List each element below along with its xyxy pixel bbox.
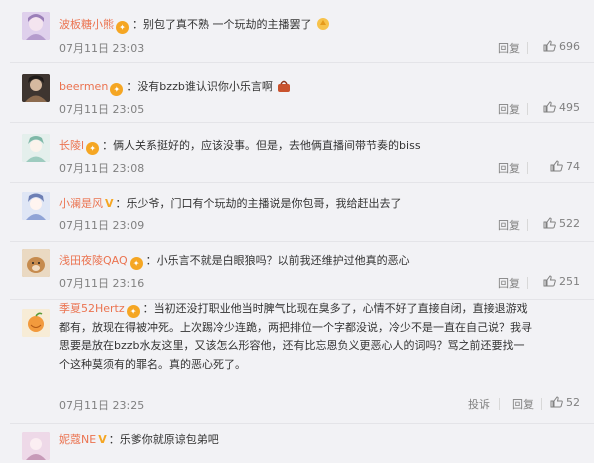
like-count: 52 (566, 396, 580, 409)
comment-text: 乐爹你就原谅包弟吧 (119, 433, 219, 446)
username[interactable]: 小澜是风 (59, 197, 103, 210)
verified-v-icon: V (98, 433, 107, 446)
timestamp: 07月11日 23:03 (59, 42, 145, 55)
avatar-image (22, 134, 50, 162)
comment-text: 没有bzzb谁认识你小乐言啊 (137, 80, 273, 93)
comment-item: 波板糖小熊 ✦ ：别包了真不熟 一个玩劫的主播罢了 07月11日 23:03 回复 … (10, 0, 594, 63)
avatar[interactable] (22, 432, 50, 460)
comment-text: 别包了真不熟 一个玩劫的主播罢了 (143, 18, 312, 31)
vip-badge-icon: ✦ (126, 305, 140, 318)
avatar[interactable] (22, 134, 50, 162)
timestamp: 07月11日 23:08 (59, 162, 145, 175)
reply-button[interactable]: 回复 (498, 160, 520, 176)
comment-item: 小澜是风 V ：乐少爷，门口有个玩劫的主播说是你包哥，我给赶出去了 07月11日 2… (10, 182, 594, 242)
like-count: 74 (566, 160, 580, 173)
like-button[interactable]: 251 (543, 275, 580, 288)
comment-text: 当初还没打职业他当时脾气比现在臭多了，心情不好了直接自闭，直接退游戏 (153, 302, 528, 315)
thumbs-up-icon (550, 160, 563, 172)
thumbs-up-icon (543, 40, 556, 52)
username[interactable]: 季夏52Hertz (59, 302, 125, 315)
vip-badge-icon: ✦ (110, 83, 124, 96)
username[interactable]: 浅田夜陵QAQ (59, 254, 128, 267)
avatar-image (22, 432, 50, 460)
comment-text: 俩人关系挺好的，应该没事。但是，去他俩直播间带节奏的biss (113, 139, 421, 152)
username[interactable]: 波板糖小熊 (59, 18, 114, 31)
reply-button[interactable]: 回复 (498, 275, 520, 291)
like-button[interactable]: 696 (543, 40, 580, 53)
comment-item: 季夏52Hertz ✦ ：当初还没打职业他当时脾气比现在臭多了，心情不好了直接自闭，… (10, 299, 594, 424)
clap-emoji-icon (316, 16, 330, 30)
timestamp: 07月11日 23:05 (59, 103, 145, 116)
divider (527, 42, 528, 54)
comment-text: 乐少爷，门口有个玩劫的主播说是你包哥，我给赶出去了 (126, 197, 402, 210)
vip-badge-icon: ✦ (116, 21, 129, 34)
reply-button[interactable]: 回复 (498, 40, 520, 56)
avatar[interactable] (22, 249, 50, 277)
reply-button[interactable]: 回复 (498, 101, 520, 117)
divider (499, 398, 500, 410)
username[interactable]: beermen (59, 80, 108, 93)
like-count: 251 (559, 275, 580, 288)
vip-badge-icon: ✦ (86, 142, 100, 155)
avatar-image (22, 12, 50, 40)
thumbs-up-icon (543, 275, 556, 287)
comment-line: 长陵l ✦ ：俩人关系挺好的，应该没事。但是，去他俩直播间带节奏的biss (59, 139, 421, 155)
vip-badge-icon: ✦ (129, 257, 143, 270)
thumbs-up-icon (543, 101, 556, 113)
avatar-image (22, 249, 50, 277)
timestamp: 07月11日 23:09 (59, 219, 145, 232)
divider (527, 162, 528, 174)
avatar[interactable] (22, 192, 50, 220)
comment-text: 都有，放现在得被冲死。上次踢冷少连跪，两把排位一个字都没说，冷少不是一直在自己说… (59, 320, 532, 334)
divider (527, 277, 528, 289)
comment-line: 季夏52Hertz ✦ ：当初还没打职业他当时脾气比现在臭多了，心情不好了直接自闭，… (59, 302, 528, 318)
verified-v-icon: V (105, 197, 114, 210)
timestamp: 07月11日 23:16 (59, 277, 145, 290)
like-button[interactable]: 74 (550, 160, 580, 173)
like-count: 696 (559, 40, 580, 53)
comment-item: 长陵l ✦ ：俩人关系挺好的，应该没事。但是，去他俩直播间带节奏的biss 07月1… (10, 122, 594, 183)
comment-line: 波板糖小熊 ✦ ：别包了真不熟 一个玩劫的主播罢了 (59, 13, 330, 37)
timestamp: 07月11日 23:25 (59, 399, 145, 412)
bag-emoji-icon (277, 78, 291, 92)
like-count: 495 (559, 101, 580, 114)
like-button[interactable]: 52 (550, 396, 580, 409)
comment-text: 思要是放在bzzb水友这里，又该怎么形容他，还有比忘恩负义更恶心人的词吗？骂之前… (59, 339, 525, 352)
avatar-image (22, 192, 50, 220)
thumbs-up-icon (550, 396, 563, 408)
avatar-image (22, 309, 50, 337)
comment-line: 小澜是风 V ：乐少爷，门口有个玩劫的主播说是你包哥，我给赶出去了 (59, 192, 402, 216)
avatar-image (22, 74, 50, 102)
avatar[interactable] (22, 309, 50, 337)
like-button[interactable]: 522 (543, 217, 580, 230)
reply-button[interactable]: 回复 (498, 217, 520, 233)
comment-list: 波板糖小熊 ✦ ：别包了真不熟 一个玩劫的主播罢了 07月11日 23:03 回复 … (0, 0, 594, 460)
comment-body: 季夏52Hertz ✦ ：当初还没打职业他当时脾气比现在臭多了，心情不好了直接自闭，… (59, 300, 589, 374)
divider (527, 219, 528, 231)
comment-text: 个这种莫须有的罪名。真的恶心死了。 (59, 357, 246, 371)
comment-line: 浅田夜陵QAQ ✦ ：小乐言不就是白眼狼吗？以前我还维护过他真的恶心 (59, 254, 410, 270)
username[interactable]: 妮蔻NE (59, 433, 96, 446)
thumbs-up-icon (543, 217, 556, 229)
comment-text: 小乐言不就是白眼狼吗？以前我还维护过他真的恶心 (156, 254, 410, 267)
avatar[interactable] (22, 12, 50, 40)
like-button[interactable]: 495 (543, 101, 580, 114)
comment-item: 浅田夜陵QAQ ✦ ：小乐言不就是白眼狼吗？以前我还维护过他真的恶心 07月11日 … (10, 241, 594, 300)
comment-line: beermen ✦ ：没有bzzb谁认识你小乐言啊 (59, 75, 291, 99)
report-button[interactable]: 投诉 (468, 396, 490, 412)
divider (527, 103, 528, 115)
avatar[interactable] (22, 74, 50, 102)
comment-item: 妮蔻NE V ：乐爹你就原谅包弟吧 (10, 423, 594, 463)
like-count: 522 (559, 217, 580, 230)
reply-button[interactable]: 回复 (512, 396, 534, 412)
divider (541, 398, 542, 410)
username[interactable]: 长陵l (59, 139, 84, 152)
comment-item: beermen ✦ ：没有bzzb谁认识你小乐言啊 07月11日 23:05 回复 … (10, 62, 594, 123)
comment-line: 妮蔻NE V ：乐爹你就原谅包弟吧 (59, 428, 219, 452)
